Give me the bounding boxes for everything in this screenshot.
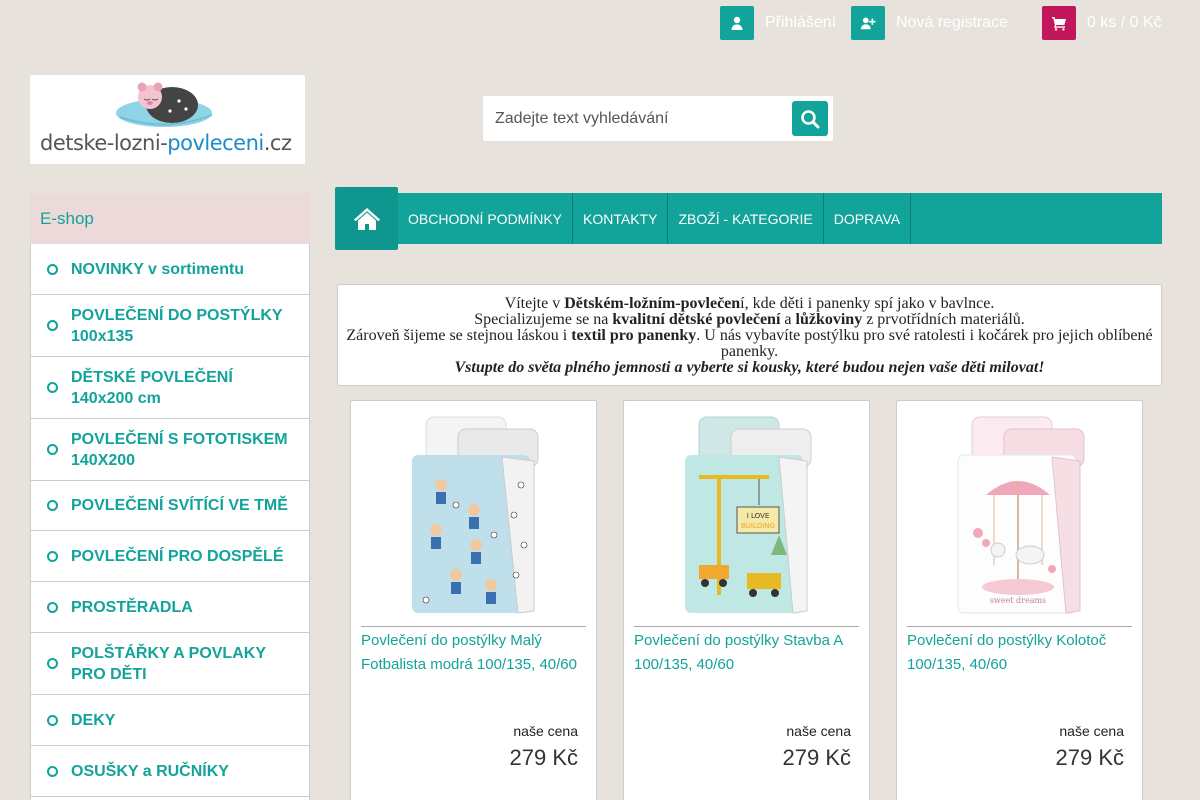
search-icon — [801, 109, 820, 128]
sidebar-item-svitici[interactable]: POVLEČENÍ SVÍTÍCÍ VE TMĚ — [31, 481, 309, 531]
sidebar-item-prosteradla[interactable]: PROSTĚRADLA — [31, 582, 309, 633]
sidebar-item-label: POVLEČENÍ SVÍTÍCÍ VE TMĚ — [71, 497, 288, 514]
main-nav: OBCHODNÍ PODMÍNKY KONTAKTY ZBOŽÍ - KATEG… — [335, 187, 1162, 250]
circle-bullet-icon — [47, 444, 58, 455]
circle-bullet-icon — [47, 765, 58, 777]
sidebar-item-label: DEKY — [71, 711, 116, 729]
cart-icon — [1042, 6, 1076, 40]
sidebar-item-label: POVLEČENÍ PRO DOSPĚLÉ — [71, 547, 284, 565]
circle-bullet-icon — [47, 320, 58, 331]
sidebar-item-fototisk[interactable]: POVLEČENÍ S FOTOTISKEM 140X200 — [31, 419, 309, 481]
welcome-line-3: Zároveň šijeme se stejnou láskou i texti… — [346, 327, 1153, 360]
cart-link[interactable]: 0 ks / 0 Kč — [1042, 6, 1162, 40]
search-button[interactable] — [792, 101, 828, 136]
sidebar-item-label: POLŠTÁŘKY A POVLAKY PRO DĚTI — [71, 644, 266, 683]
product-card[interactable]: I LOVE BUILDING Povlečení do postýlky St… — [623, 400, 870, 800]
nav-item-obchodni-podminky[interactable]: OBCHODNÍ PODMÍNKY — [398, 193, 574, 244]
login-link[interactable]: Přihlášení — [720, 6, 836, 40]
product-card[interactable]: sweet dreams Povlečení do postýlky Kolot… — [896, 400, 1143, 800]
product-price: 279 Kč — [1055, 745, 1125, 770]
price-label: naše cena — [786, 723, 851, 739]
search-input[interactable] — [483, 96, 783, 141]
nav-home-button[interactable] — [335, 187, 398, 250]
sidebar-heading: E-shop — [30, 193, 310, 244]
welcome-line-1: Vítejte v Dětském-ložním-povlečení, kde … — [504, 295, 995, 312]
circle-bullet-icon — [47, 550, 58, 562]
sidebar-item-label: POVLEČENÍ S FOTOTISKEM 140X200 — [71, 430, 288, 469]
user-icon — [720, 6, 754, 40]
svg-text:I LOVE: I LOVE — [747, 512, 770, 520]
sidebar-item-label: PROSTĚRADLA — [71, 598, 193, 616]
product-card[interactable]: Povlečení do postýlky Malý Fotbalista mo… — [350, 400, 597, 800]
circle-bullet-icon — [47, 714, 58, 726]
sidebar-item-detske-povleceni[interactable]: DĚTSKÉ POVLEČENÍ 140x200 cm — [31, 357, 309, 419]
welcome-line-2: Specializujeme se na kvalitní dětské pov… — [474, 311, 1025, 328]
sidebar-item-label: NOVINKY v sortimentu — [71, 260, 245, 278]
nav-item-zbozi-kategorie[interactable]: ZBOŽÍ - KATEGORIE — [668, 193, 824, 244]
product-image — [412, 416, 539, 614]
sidebar-item-dospele[interactable]: POVLEČENÍ PRO DOSPĚLÉ — [31, 531, 309, 582]
sidebar-item-deky[interactable]: DEKY — [31, 695, 309, 746]
product-image: sweet dreams — [957, 416, 1085, 614]
welcome-line-4: Vstupte do světa plného jemnosti a vyber… — [454, 359, 1045, 376]
card-divider — [907, 626, 1132, 627]
nav-item-kontakty[interactable]: KONTAKTY — [573, 193, 669, 244]
price-label: naše cena — [1059, 723, 1124, 739]
home-icon — [353, 207, 380, 230]
circle-bullet-icon — [47, 382, 58, 393]
sidebar-item-label: POVLEČENÍ DO POSTÝLKY 100x135 — [71, 306, 283, 345]
svg-text:BUILDING: BUILDING — [741, 522, 775, 530]
sidebar-item-povleceni-postylka[interactable]: POVLEČENÍ DO POSTÝLKY 100x135 — [31, 295, 309, 357]
sidebar-item-osusky[interactable]: OSUŠKY a RUČNÍKY — [31, 746, 309, 797]
product-price: 279 Kč — [509, 745, 579, 770]
nav-items: OBCHODNÍ PODMÍNKY KONTAKTY ZBOŽÍ - KATEG… — [398, 193, 912, 244]
sidebar-item-polstarky[interactable]: POLŠTÁŘKY A POVLAKY PRO DĚTI — [31, 633, 309, 695]
logo-text: detske-lozni-povleceni.cz — [40, 131, 292, 155]
circle-bullet-icon — [47, 658, 58, 669]
card-divider — [361, 626, 586, 627]
site-logo[interactable]: detske-lozni-povleceni.cz — [30, 75, 305, 164]
product-image: I LOVE BUILDING — [685, 416, 812, 614]
card-divider — [634, 626, 859, 627]
product-title[interactable]: Povlečení do postýlky Malý Fotbalista mo… — [361, 629, 589, 677]
top-bar: Přihlášení Nová registrace 0 ks / 0 Kč — [0, 6, 1200, 40]
logo-sleeping-bear-icon — [116, 82, 213, 127]
sidebar-item-label: OSUŠKY a RUČNÍKY — [71, 762, 229, 780]
search-box — [483, 96, 833, 141]
product-price: 279 Kč — [782, 745, 852, 770]
user-plus-icon — [851, 6, 885, 40]
sidebar-item-novinky[interactable]: NOVINKY v sortimentu — [31, 244, 309, 295]
sidebar-item-label: DĚTSKÉ POVLEČENÍ 140x200 cm — [71, 368, 233, 407]
product-title[interactable]: Povlečení do postýlky Kolotoč 100/135, 4… — [907, 629, 1135, 677]
nav-item-doprava[interactable]: DOPRAVA — [824, 193, 912, 244]
sidebar-categories: E-shop NOVINKY v sortimentu POVLEČENÍ DO… — [30, 193, 310, 800]
category-list: NOVINKY v sortimentu POVLEČENÍ DO POSTÝL… — [30, 244, 310, 800]
cart-summary: 0 ks / 0 Kč — [1087, 14, 1162, 31]
product-title[interactable]: Povlečení do postýlky Stavba A 100/135, … — [634, 629, 862, 677]
register-link[interactable]: Nová registrace — [851, 6, 1008, 40]
price-label: naše cena — [513, 723, 578, 739]
circle-bullet-icon — [47, 601, 58, 613]
circle-bullet-icon — [47, 263, 58, 275]
circle-bullet-icon — [47, 500, 58, 511]
welcome-box: Vítejte v Dětském-ložním-povlečení, kde … — [337, 284, 1162, 386]
login-label: Přihlášení — [765, 14, 837, 31]
register-label: Nová registrace — [896, 14, 1009, 31]
svg-text:sweet dreams: sweet dreams — [990, 596, 1046, 605]
